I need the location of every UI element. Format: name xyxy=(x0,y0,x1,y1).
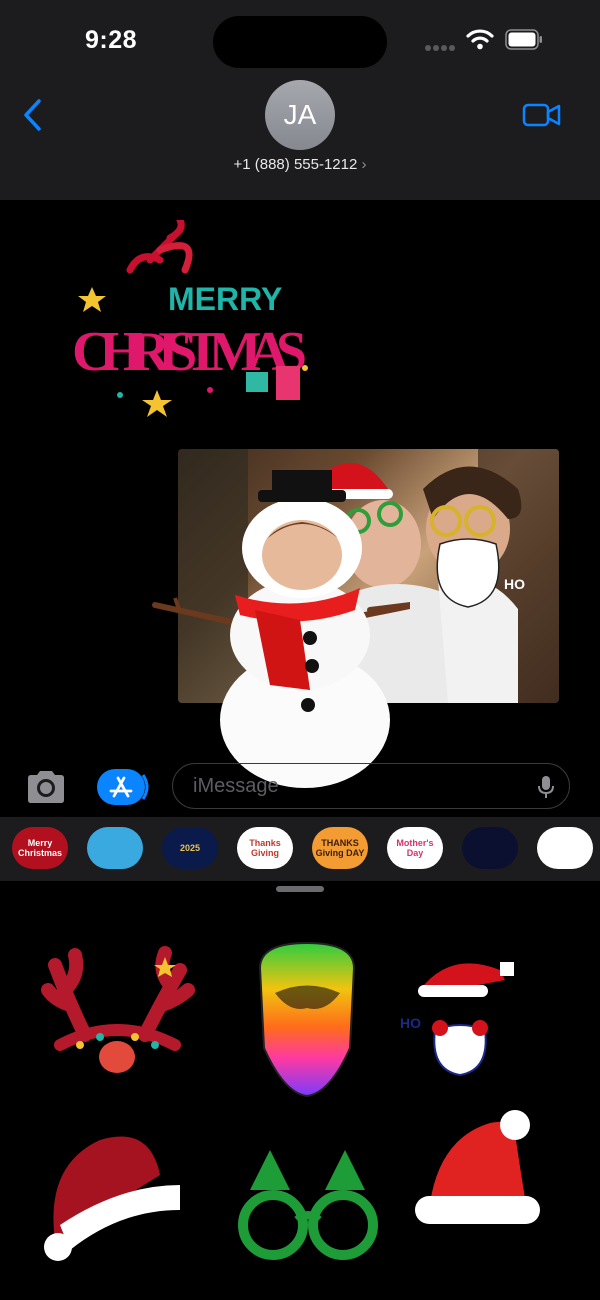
facetime-video-icon[interactable] xyxy=(521,100,563,130)
christmas-text: CHRISTMAS xyxy=(72,321,307,383)
thanksgiving-app-label: Thanks Giving xyxy=(249,838,281,858)
imessage-input[interactable] xyxy=(191,774,525,799)
thanksgiving-app[interactable]: Thanks Giving xyxy=(237,827,293,869)
drawer-grabber[interactable] xyxy=(276,886,324,892)
fireworks-app[interactable] xyxy=(462,827,518,869)
turkey-app[interactable] xyxy=(537,827,593,869)
camera-icon[interactable] xyxy=(24,768,68,806)
red-santa-hat-sticker[interactable] xyxy=(410,1108,540,1233)
cellular-signal-icon xyxy=(425,38,459,51)
contact-chevron-icon: › xyxy=(361,156,367,173)
santa-ho-text: HO xyxy=(400,1015,421,1031)
thanksgiving-day-app-label: THANKS Giving DAY xyxy=(315,838,365,858)
contact-phone[interactable]: +1 (888) 555-1212 › xyxy=(200,156,400,173)
thanksgiving-day-app[interactable]: THANKS Giving DAY xyxy=(312,827,368,869)
rainbow-beard-sticker[interactable] xyxy=(250,938,365,1098)
merry-text: MERRY xyxy=(168,281,282,317)
imessage-input-container[interactable] xyxy=(172,763,570,809)
app-store-button[interactable] xyxy=(97,769,149,805)
merry-christmas-app[interactable]: Merry Christmas xyxy=(12,827,68,869)
mothers-day-app[interactable]: Mother's Day xyxy=(387,827,443,869)
status-time: 9:28 xyxy=(85,26,138,54)
wifi-icon xyxy=(466,29,494,50)
glitter-santa-hat-sticker[interactable] xyxy=(40,1125,185,1265)
imessage-app-strip: Merry Christmas 2025 Thanks Giving THANKS G… xyxy=(0,817,600,881)
back-chevron-icon[interactable] xyxy=(20,96,48,134)
dynamic-island xyxy=(213,16,387,68)
microphone-icon[interactable] xyxy=(537,775,555,799)
santa-hat-beard-sticker[interactable]: HO xyxy=(400,950,520,1080)
christmas-tree-glasses-sticker[interactable] xyxy=(235,1140,380,1265)
contact-phone-number: +1 (888) 555-1212 xyxy=(233,156,358,173)
avatar-initials: JA xyxy=(283,99,317,130)
contact-avatar[interactable]: JA xyxy=(265,80,335,150)
new-year-2025-app[interactable]: 2025 xyxy=(162,827,218,869)
battery-icon xyxy=(505,29,542,50)
snowman-sticker[interactable] xyxy=(150,470,410,790)
merry-christmas-app-label: Merry Christmas xyxy=(17,838,62,858)
santa-app[interactable] xyxy=(87,827,143,869)
mothers-day-app-label: Mother's Day xyxy=(396,838,434,858)
reindeer-antlers-sticker[interactable] xyxy=(40,945,195,1080)
ho-text: HO xyxy=(504,576,525,592)
merry-christmas-sticker[interactable]: MERRY CHRISTMAS xyxy=(60,220,330,430)
new-year-2025-app-label: 2025 xyxy=(179,843,201,853)
